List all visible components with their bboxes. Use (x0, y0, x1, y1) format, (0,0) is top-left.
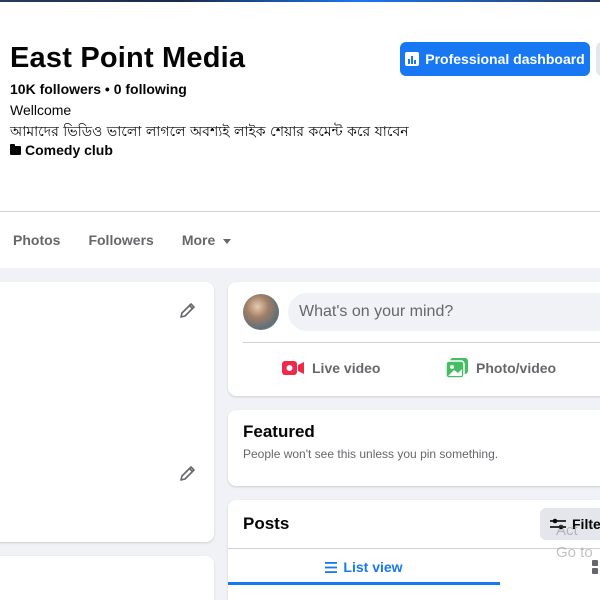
active-tab-underline (228, 582, 500, 585)
intro-card (0, 282, 214, 542)
profile-tabs: Photos Followers More (0, 212, 245, 268)
posts-card: Posts Filter List view (228, 500, 600, 600)
avatar[interactable] (243, 294, 279, 330)
tab-followers-label: Followers (88, 232, 154, 248)
page-header: East Point Media 10K followers • 0 follo… (0, 0, 600, 268)
category-label: Comedy club (25, 142, 113, 158)
tab-photos-label: Photos (13, 232, 61, 248)
photo-video-button[interactable]: Photo/video (446, 354, 556, 382)
secondary-left-card (0, 556, 214, 600)
featured-card: Featured People won't see this unless yo… (228, 410, 600, 486)
list-view-label: List view (343, 559, 403, 575)
bio-line-2: আমাদের ভিডিও ভালো লাগলে অবশ্যই লাইক শেয়… (10, 124, 409, 140)
bio-line-1: Wellcome (10, 102, 72, 118)
page-category: Comedy club (10, 142, 113, 158)
whats-on-your-mind-input[interactable]: What's on your mind? (288, 293, 600, 331)
secondary-header-button[interactable] (596, 42, 600, 76)
composer-divider (243, 342, 600, 343)
follower-stats[interactable]: 10K followers • 0 following (10, 81, 187, 97)
tab-photos[interactable]: Photos (0, 212, 74, 268)
tab-more[interactable]: More (168, 212, 245, 268)
caret-down-icon (223, 238, 232, 244)
posts-title: Posts (243, 514, 290, 533)
page-title: East Point Media (10, 42, 246, 74)
featured-subtitle: People won't see this unless you pin som… (243, 447, 499, 461)
watermark-line-1: Act (556, 522, 578, 539)
dashboard-chart-icon (405, 52, 420, 66)
list-view-tab[interactable]: List view (228, 550, 500, 584)
list-icon (325, 561, 338, 573)
watermark-line-2: Go to (556, 544, 593, 561)
featured-title: Featured (243, 422, 315, 441)
professional-dashboard-button[interactable]: Professional dashboard (400, 42, 590, 76)
pencil-icon[interactable] (178, 463, 198, 483)
folder-icon (10, 143, 21, 155)
cover-photo-edge (0, 0, 600, 2)
posts-divider (228, 548, 600, 549)
pencil-icon[interactable] (178, 300, 198, 320)
photo-video-icon (446, 358, 468, 378)
grid-view-icon[interactable] (592, 560, 600, 574)
photo-video-label: Photo/video (476, 360, 557, 376)
activation-watermark: Act Go to (556, 520, 593, 564)
professional-dashboard-label: Professional dashboard (425, 51, 585, 67)
live-video-button[interactable]: Live video (282, 354, 380, 382)
tab-more-label: More (181, 232, 216, 248)
live-video-label: Live video (312, 360, 381, 376)
tab-followers[interactable]: Followers (74, 212, 167, 268)
live-video-icon (282, 361, 304, 375)
post-composer: What's on your mind? Live video Photo/vi… (228, 282, 600, 396)
